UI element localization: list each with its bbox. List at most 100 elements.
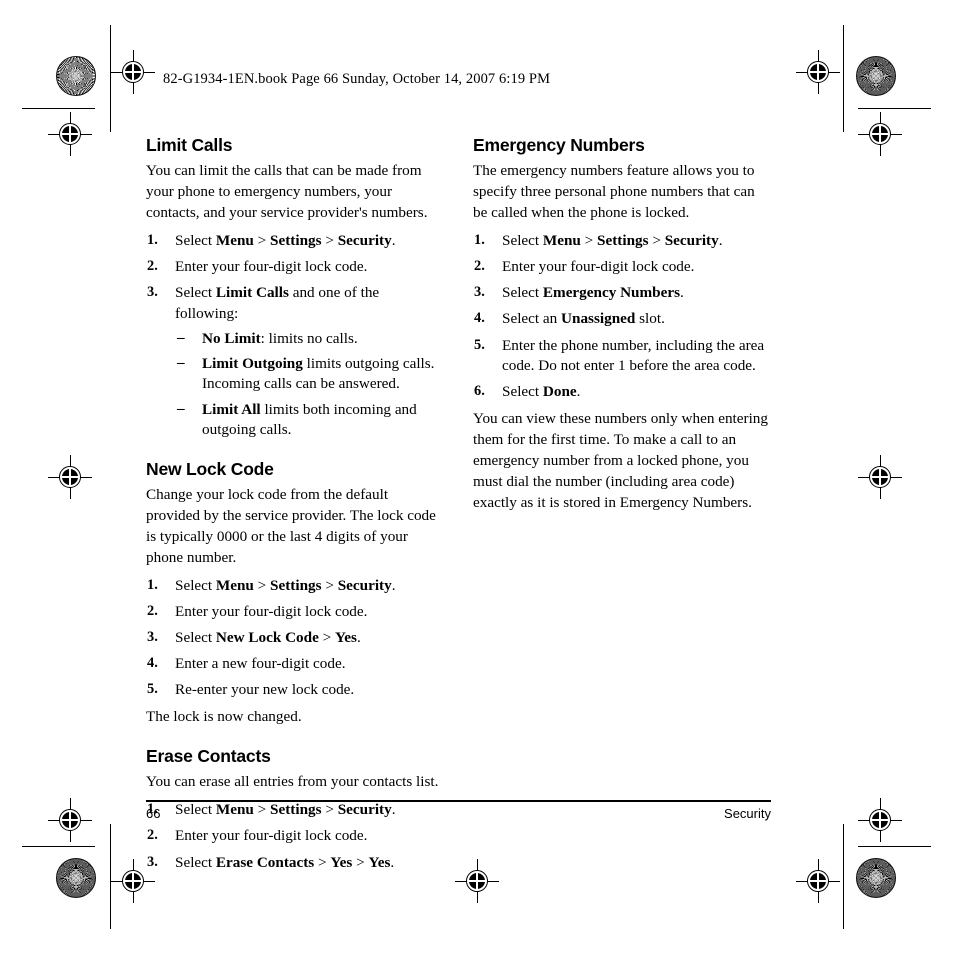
sub-item-text: No Limit: limits no calls. xyxy=(202,329,358,347)
step-text: Select Done. xyxy=(502,383,581,401)
paragraph-new-lock-code-outro: The lock is now changed. xyxy=(146,708,302,726)
heading-limit-calls: Limit Calls xyxy=(146,135,233,155)
steps-emergency-numbers: 1. Select Menu > Settings > Security. 2.… xyxy=(473,231,771,403)
step-text: Enter your four-digit lock code. xyxy=(502,258,695,276)
step-item: 1. Select Menu > Settings > Security. xyxy=(146,576,444,597)
sub-items-limit-calls: – No Limit: limits no calls. – Limit Out… xyxy=(175,329,444,441)
step-item: 5. Enter the phone number, including the… xyxy=(473,336,771,377)
rosette-mark-bottom-left xyxy=(56,858,96,898)
step-number: 2. xyxy=(147,827,158,844)
step-item: 3. Select Limit Calls and one of the fol… xyxy=(146,283,444,441)
paragraph-emergency-numbers-intro: The emergency numbers feature allows you… xyxy=(473,162,755,222)
registration-mark-upper-right xyxy=(858,112,902,156)
step-number: 3. xyxy=(147,853,158,870)
step-item: 1. Select Menu > Settings > Security. xyxy=(146,231,444,252)
step-text: Enter a new four-digit code. xyxy=(175,655,346,673)
step-item: 2. Enter your four-digit lock code. xyxy=(146,257,444,278)
sub-item-text: Limit Outgoing limits outgoing calls. In… xyxy=(202,354,435,393)
registration-mark-middle-right xyxy=(858,455,902,499)
step-number: 3. xyxy=(147,284,158,301)
step-number: 5. xyxy=(474,336,485,353)
paragraph-new-lock-code-intro: Change your lock code from the default p… xyxy=(146,486,436,566)
step-item: 2. Enter your four-digit lock code. xyxy=(146,602,444,623)
step-item: 5. Re-enter your new lock code. xyxy=(146,680,444,701)
step-number: 5. xyxy=(147,681,158,698)
step-item: 1. Select Menu > Settings > Security. xyxy=(473,231,771,252)
step-number: 4. xyxy=(147,655,158,672)
steps-new-lock-code: 1. Select Menu > Settings > Security. 2.… xyxy=(146,576,444,701)
step-text: Select Emergency Numbers. xyxy=(502,284,684,302)
registration-mark-lower-left xyxy=(48,798,92,842)
steps-erase-contacts: 1. Select Menu > Settings > Security. 2.… xyxy=(146,800,444,873)
footer-chapter-name: Security xyxy=(724,806,771,821)
step-text: Select Menu > Settings > Security. xyxy=(175,801,396,819)
step-text: Select Erase Contacts > Yes > Yes. xyxy=(175,853,395,871)
paragraph-limit-calls-intro: You can limit the calls that can be made… xyxy=(146,162,428,222)
step-number: 1. xyxy=(147,231,158,248)
step-text: Select New Lock Code > Yes. xyxy=(175,629,361,647)
step-number: 2. xyxy=(147,602,158,619)
step-text: Re-enter your new lock code. xyxy=(175,681,355,699)
registration-mark-top-right xyxy=(796,50,840,94)
trim-line-bottom-horizontal-right xyxy=(858,846,931,847)
step-text: Select Limit Calls and one of the follow… xyxy=(175,284,380,322)
rosette-mark-bottom-right xyxy=(856,858,896,898)
registration-mark-lower-right xyxy=(858,798,902,842)
step-number: 2. xyxy=(147,258,158,275)
step-item: 4. Select an Unassigned slot. xyxy=(473,309,771,330)
heading-emergency-numbers: Emergency Numbers xyxy=(473,135,645,155)
registration-mark-upper-left xyxy=(48,112,92,156)
manual-page: 82-G1934-1EN.book Page 66 Sunday, Octobe… xyxy=(0,0,954,954)
sub-item: – Limit Outgoing limits outgoing calls. … xyxy=(175,354,444,395)
sub-item: – Limit All limits both incoming and out… xyxy=(175,400,444,441)
step-number: 3. xyxy=(147,629,158,646)
step-number: 1. xyxy=(147,576,158,593)
step-text: Select an Unassigned slot. xyxy=(502,310,665,328)
trim-line-right-vertical-2 xyxy=(843,824,844,929)
registration-mark-bottom-center xyxy=(455,859,499,903)
rosette-mark-top-left xyxy=(56,56,96,96)
step-text: Select Menu > Settings > Security. xyxy=(175,231,396,249)
left-column: Limit Calls You can limit the calls that… xyxy=(146,135,444,878)
step-item: 3. Select New Lock Code > Yes. xyxy=(146,628,444,649)
right-column: Emergency Numbers The emergency numbers … xyxy=(473,135,771,521)
step-item: 2. Enter your four-digit lock code. xyxy=(146,826,444,847)
sub-item-text: Limit All limits both incoming and outgo… xyxy=(202,400,417,439)
step-item: 6. Select Done. xyxy=(473,382,771,403)
step-number: 2. xyxy=(474,258,485,275)
step-number: 6. xyxy=(474,383,485,400)
step-text: Enter the phone number, including the ar… xyxy=(502,336,765,375)
steps-limit-calls: 1. Select Menu > Settings > Security. 2.… xyxy=(146,231,444,441)
registration-mark-middle-left xyxy=(48,455,92,499)
step-text: Enter your four-digit lock code. xyxy=(175,602,368,620)
step-number: 4. xyxy=(474,310,485,327)
registration-mark-top-left xyxy=(111,50,155,94)
heading-new-lock-code: New Lock Code xyxy=(146,458,274,479)
heading-erase-contacts: Erase Contacts xyxy=(146,746,271,767)
paragraph-erase-contacts-intro: You can erase all entries from your cont… xyxy=(146,773,439,791)
step-text: Enter your four-digit lock code. xyxy=(175,258,368,276)
dash-bullet: – xyxy=(177,400,185,418)
step-text: Select Menu > Settings > Security. xyxy=(502,231,723,249)
paragraph-emergency-numbers-outro: You can view these numbers only when ent… xyxy=(473,410,768,511)
book-file-header: 82-G1934-1EN.book Page 66 Sunday, Octobe… xyxy=(163,71,551,87)
step-item: 2. Enter your four-digit lock code. xyxy=(473,257,771,278)
dash-bullet: – xyxy=(177,329,185,347)
dash-bullet: – xyxy=(177,354,185,372)
step-item: 4. Enter a new four-digit code. xyxy=(146,654,444,675)
trim-line-top-horizontal-right xyxy=(858,108,931,109)
step-item: 3. Select Emergency Numbers. xyxy=(473,283,771,304)
step-number: 3. xyxy=(474,284,485,301)
footer-page-number: 66 xyxy=(146,806,161,821)
step-item: 1. Select Menu > Settings > Security. xyxy=(146,800,444,821)
step-number: 1. xyxy=(474,231,485,248)
trim-line-bottom-horizontal xyxy=(22,846,95,847)
step-text: Enter your four-digit lock code. xyxy=(175,827,368,845)
footer-rule xyxy=(146,800,771,802)
step-text: Select Menu > Settings > Security. xyxy=(175,576,396,594)
step-item: 3. Select Erase Contacts > Yes > Yes. xyxy=(146,853,444,874)
sub-item: – No Limit: limits no calls. xyxy=(175,329,444,350)
trim-line-top-horizontal xyxy=(22,108,95,109)
trim-line-right-vertical xyxy=(843,25,844,132)
rosette-mark-top-right xyxy=(856,56,896,96)
